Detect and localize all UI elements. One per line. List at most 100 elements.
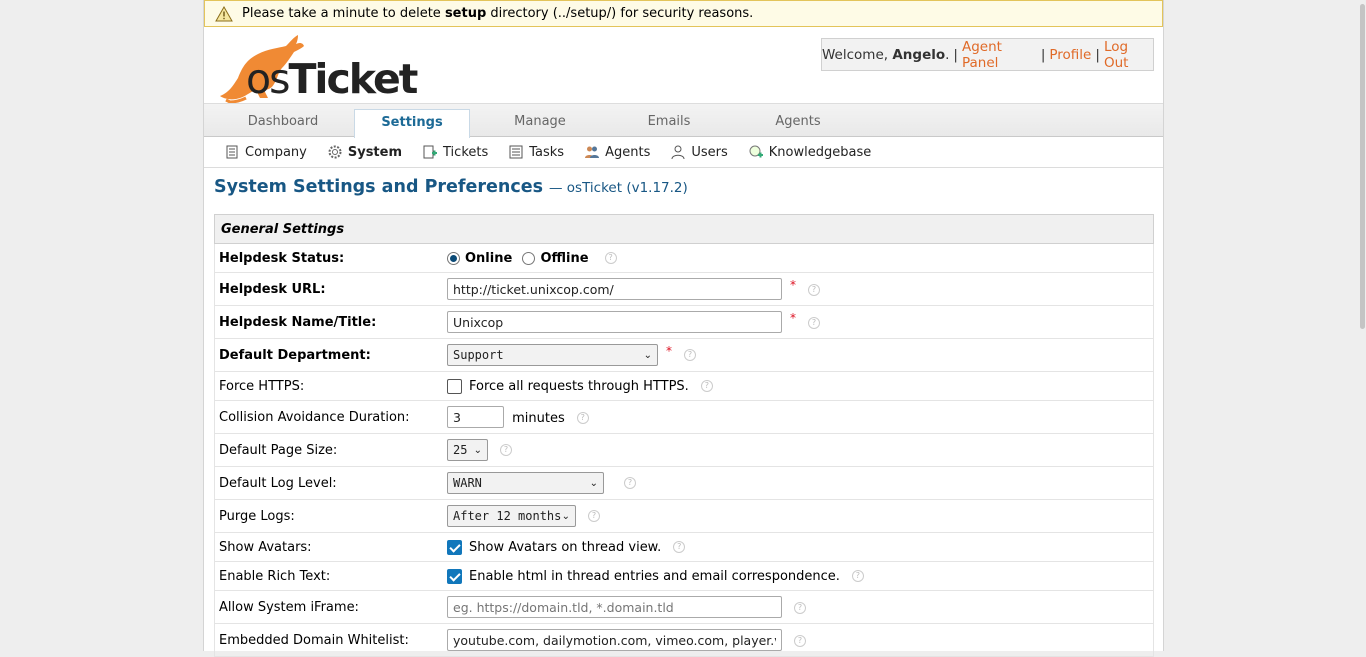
row-label: Embedded Domain Whitelist: [214, 623, 443, 657]
rich-text-checkbox[interactable] [447, 568, 462, 584]
system-iframe-input[interactable] [447, 596, 782, 618]
security-warning-banner: Please take a minute to delete setup dir… [204, 0, 1163, 27]
purge-logs-value: After 12 months [453, 509, 562, 523]
subnav-system[interactable]: System [327, 144, 402, 160]
version-text: — osTicket (v1.17.2) [549, 180, 688, 196]
show-avatars-cell: Show Avatars on thread view.? [443, 532, 1154, 562]
help-icon[interactable]: ? [684, 349, 696, 361]
ticket-icon [422, 144, 438, 160]
users-icon [670, 144, 686, 160]
log-level-value: WARN [453, 476, 482, 490]
agent-panel-link[interactable]: Agent Panel [962, 39, 1037, 71]
page-size-cell: 25 ⌄? [443, 433, 1154, 467]
helpdesk-url-input[interactable] [447, 278, 782, 300]
warning-icon [215, 5, 233, 21]
welcome-period: . [945, 46, 950, 63]
user-name: Angelo [892, 46, 946, 63]
profile-link[interactable]: Profile [1049, 47, 1091, 63]
page-title: System Settings and Preferences — osTicke… [214, 177, 688, 197]
tab-emails[interactable]: Emails [614, 104, 724, 136]
row-label: Helpdesk Status: [214, 243, 443, 273]
separator: | [1040, 46, 1046, 63]
show-avatars-checkbox[interactable] [447, 539, 462, 555]
whitelist-cell: ? [443, 623, 1154, 657]
row-label: Allow System iFrame: [214, 590, 443, 624]
table-row: Default Page Size: 25 ⌄? [214, 433, 1154, 467]
default-department-select[interactable]: Support ⌄ [447, 344, 658, 366]
subnav-knowledgebase-label: Knowledgebase [768, 144, 872, 160]
help-icon[interactable]: ? [624, 477, 636, 489]
help-icon[interactable]: ? [794, 635, 806, 647]
page-scrollbar[interactable] [1358, 0, 1366, 330]
force-https-checkbox[interactable] [447, 378, 462, 394]
show-avatars-label: Show Avatars on thread view. [469, 539, 662, 555]
company-icon [224, 144, 240, 160]
page-size-select[interactable]: 25 ⌄ [447, 439, 488, 461]
help-icon[interactable]: ? [794, 602, 806, 614]
table-row: Purge Logs: After 12 months ⌄? [214, 499, 1154, 533]
table-row: Default Log Level: WARN ⌄? [214, 466, 1154, 500]
tab-dashboard[interactable]: Dashboard [224, 104, 342, 136]
subnav-system-label: System [347, 144, 403, 160]
log-level-select[interactable]: WARN ⌄ [447, 472, 604, 494]
table-row: Helpdesk URL: *? [214, 272, 1154, 306]
separator: | [1095, 46, 1100, 63]
help-icon[interactable]: ? [673, 541, 686, 553]
knowledgebase-icon [748, 144, 764, 160]
help-icon[interactable]: ? [576, 412, 589, 424]
subnav-agents[interactable]: Agents [584, 144, 650, 160]
table-row: Embedded Domain Whitelist: ? [214, 623, 1154, 657]
online-radio[interactable] [447, 251, 460, 265]
section-header-row: General Settings [214, 214, 1154, 244]
separator: | [953, 46, 958, 63]
purge-logs-select[interactable]: After 12 months ⌄ [447, 505, 576, 527]
table-row: Force HTTPS: Force all requests through … [214, 371, 1154, 401]
helpdesk-url-cell: *? [443, 272, 1154, 306]
help-icon[interactable]: ? [700, 380, 713, 392]
welcome-text: Welcome, [822, 46, 889, 63]
chevron-down-icon: ⌄ [561, 510, 570, 522]
scrollbar-thumb[interactable] [1360, 4, 1365, 329]
help-icon[interactable]: ? [808, 284, 820, 296]
logout-link[interactable]: Log Out [1104, 39, 1153, 71]
user-box: Welcome, Angelo. | Agent Panel | Profile… [821, 38, 1154, 71]
subnav-tasks[interactable]: Tasks [508, 144, 564, 160]
chevron-down-icon: ⌄ [589, 477, 598, 489]
collision-duration-input[interactable] [447, 406, 504, 428]
offline-label: Offline [540, 250, 589, 266]
subnav-company[interactable]: Company [224, 144, 307, 160]
subnav-company-label: Company [245, 144, 307, 160]
online-label: Online [465, 250, 513, 266]
subnav-knowledgebase[interactable]: Knowledgebase [748, 144, 871, 160]
tab-agents[interactable]: Agents [744, 104, 852, 136]
required-marker: * [790, 278, 796, 292]
settings-table: General Settings Helpdesk Status: Online… [214, 214, 1154, 657]
subnav-tickets-label: Tickets [443, 144, 489, 160]
main-tabs: Dashboard Settings Manage Emails Agents [204, 103, 1163, 138]
help-icon[interactable]: ? [500, 444, 512, 456]
help-icon[interactable]: ? [851, 570, 864, 582]
domain-whitelist-input[interactable] [447, 629, 782, 651]
help-icon[interactable]: ? [588, 510, 600, 522]
required-marker: * [790, 311, 796, 325]
default-department-value: Support [453, 348, 504, 362]
page-title-text: System Settings and Preferences [214, 177, 543, 197]
subnav-users[interactable]: Users [670, 144, 728, 160]
offline-radio[interactable] [522, 251, 536, 265]
required-marker: * [666, 344, 672, 358]
help-icon[interactable]: ? [604, 252, 617, 264]
section-header: General Settings [214, 214, 1154, 244]
warning-text: Please take a minute to delete setup dir… [242, 6, 754, 21]
gear-icon [327, 144, 343, 160]
helpdesk-name-input[interactable] [447, 311, 782, 333]
table-row: Collision Avoidance Duration: minutes? [214, 400, 1154, 434]
tasks-icon [508, 144, 524, 160]
tab-settings[interactable]: Settings [354, 109, 470, 138]
subnav-tickets[interactable]: Tickets [422, 144, 488, 160]
help-icon[interactable]: ? [808, 317, 820, 329]
rich-text-cell: Enable html in thread entries and email … [443, 561, 1154, 591]
row-label: Default Department: [214, 338, 443, 372]
row-label: Show Avatars: [214, 532, 443, 562]
tab-manage[interactable]: Manage [484, 104, 596, 136]
settings-subnav: Company System Tickets Tasks Agents User… [204, 137, 1163, 168]
